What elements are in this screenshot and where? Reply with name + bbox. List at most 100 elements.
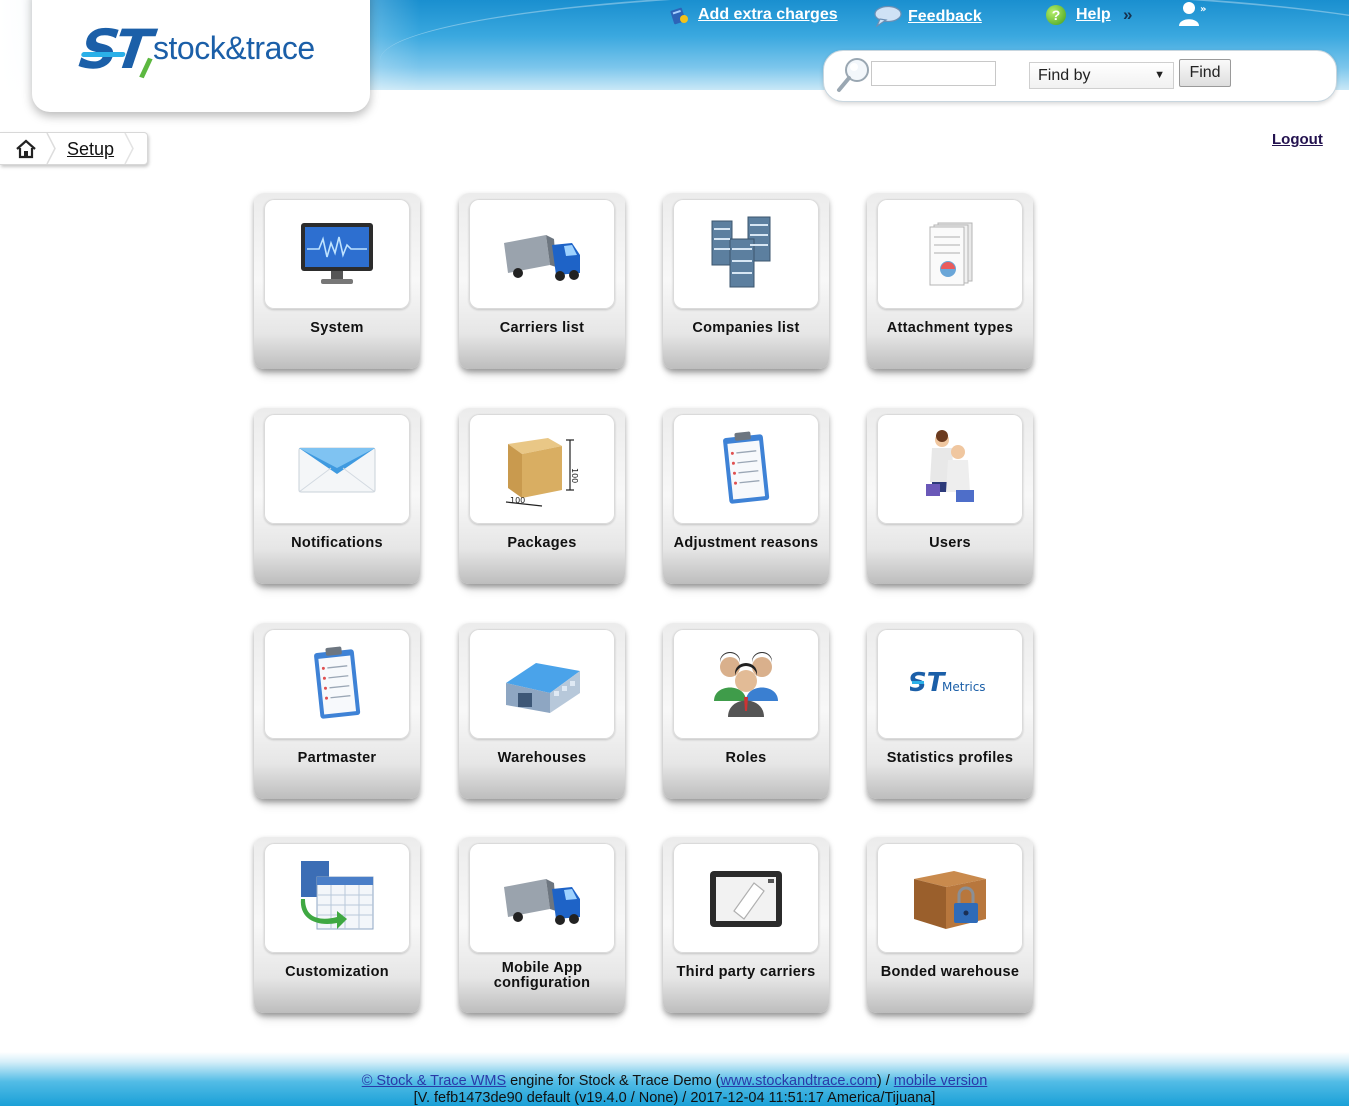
logo-text: stock&trace xyxy=(153,30,315,66)
tile-users[interactable]: Users xyxy=(867,408,1033,584)
feedback-link[interactable]: Feedback xyxy=(908,8,982,26)
package-height-label: 100 xyxy=(570,468,579,483)
stmetrics-word: Metrics xyxy=(942,680,986,694)
tile-roles[interactable]: Roles xyxy=(663,623,829,799)
tile-icon-frame xyxy=(264,629,410,739)
find-by-label: Find by xyxy=(1038,67,1091,84)
tile-label: Bonded warehouse xyxy=(880,964,1020,980)
breadcrumb-separator xyxy=(46,133,56,164)
speech-bubble-icon[interactable] xyxy=(873,5,903,27)
tile-label-line: Mobile App xyxy=(501,960,583,976)
find-button[interactable]: Find xyxy=(1179,59,1231,87)
help-more-arrow[interactable]: » xyxy=(1123,5,1132,25)
people-group-icon xyxy=(714,652,778,717)
tile-label: Third party carriers xyxy=(676,964,816,980)
add-extra-charges-link[interactable]: Add extra charges xyxy=(698,6,838,24)
tile-label: Warehouses xyxy=(497,750,587,766)
tile-icon-frame xyxy=(673,843,819,953)
tile-label: Statistics profiles xyxy=(886,750,1014,766)
box-dimensions-icon: 100 100 xyxy=(505,438,579,507)
tile-bonded-warehouse[interactable]: Bonded warehouse xyxy=(867,837,1033,1013)
tile-carriers-list[interactable]: Carriers list xyxy=(459,193,625,369)
tile-warehouses[interactable]: Warehouses xyxy=(459,623,625,799)
tile-label: Customization xyxy=(285,964,389,980)
tile-icon-frame xyxy=(673,199,819,309)
tile-label: Roles xyxy=(725,750,767,766)
tile-icon-frame xyxy=(673,414,819,524)
truck-icon xyxy=(504,235,580,281)
tile-icon-frame: ST Metrics xyxy=(877,629,1023,739)
tile-mobile-app-configuration[interactable]: Mobile App configuration xyxy=(459,837,625,1013)
tile-third-party-carriers[interactable]: Third party carriers xyxy=(663,837,829,1013)
logout-link[interactable]: Logout xyxy=(1272,131,1323,148)
tablet-icon xyxy=(710,871,782,927)
tile-notifications[interactable]: Notifications xyxy=(254,408,420,584)
tile-label: Carriers list xyxy=(499,320,585,336)
tile-system[interactable]: System xyxy=(254,193,420,369)
charges-icon[interactable] xyxy=(668,7,690,25)
tile-partmaster[interactable]: Partmaster xyxy=(254,623,420,799)
clipboard-icon xyxy=(314,646,361,719)
tile-icon-frame xyxy=(877,414,1023,524)
footer-engine-text: engine for Stock & Trace Demo ( xyxy=(506,1073,721,1089)
breadcrumb-setup-link[interactable]: Setup xyxy=(67,139,114,160)
logo-mark: ST xyxy=(76,18,153,81)
logo-dash xyxy=(80,52,126,57)
monitor-icon xyxy=(301,223,373,284)
tile-label: Attachment types xyxy=(886,320,1014,336)
tile-icon-frame xyxy=(264,843,410,953)
chevron-down-icon: ▼ xyxy=(1154,69,1165,81)
help-link[interactable]: Help xyxy=(1076,6,1111,24)
tile-attachment-types[interactable]: Attachment types xyxy=(867,193,1033,369)
tile-label: System xyxy=(310,320,364,336)
search-icon[interactable] xyxy=(836,56,872,94)
locked-box-icon xyxy=(914,871,986,929)
envelope-icon xyxy=(298,447,376,493)
tile-icon-frame xyxy=(877,843,1023,953)
stmetrics-logo-icon: ST Metrics xyxy=(910,668,986,698)
home-icon[interactable] xyxy=(14,139,38,159)
help-icon[interactable]: ? xyxy=(1046,5,1066,25)
logo-card[interactable]: ST stock&trace xyxy=(32,0,370,112)
servers-icon xyxy=(711,216,771,288)
tile-statistics-profiles[interactable]: ST Metrics Statistics profiles xyxy=(867,623,1033,799)
tile-icon-frame xyxy=(264,414,410,524)
warehouse-icon xyxy=(506,663,580,713)
search-input[interactable] xyxy=(871,61,996,86)
tile-label: Companies list xyxy=(692,320,800,336)
tile-icon-frame xyxy=(264,199,410,309)
tile-packages[interactable]: 100 100 Packages xyxy=(459,408,625,584)
mobile-version-link[interactable]: mobile version xyxy=(894,1073,988,1089)
package-width-label: 100 xyxy=(510,496,525,505)
tile-label: Users xyxy=(929,535,971,551)
tile-label: Partmaster xyxy=(297,750,377,766)
documents-stack-icon xyxy=(929,222,973,286)
tile-label: Packages xyxy=(507,535,577,551)
footer-version: [V. fefb1473de90 default (v19.4.0 / None… xyxy=(413,1090,936,1106)
tile-icon-frame xyxy=(673,629,819,739)
table-arrow-icon xyxy=(300,861,374,930)
tile-label: Adjustment reasons xyxy=(673,535,819,551)
copyright-link[interactable]: © Stock & Trace WMS xyxy=(362,1073,506,1089)
tile-companies-list[interactable]: Companies list xyxy=(663,193,829,369)
tile-icon-frame xyxy=(469,843,615,953)
tile-label: Mobile App configuration xyxy=(459,961,625,991)
tile-customization[interactable]: Customization xyxy=(254,837,420,1013)
tile-label: Notifications xyxy=(291,535,383,551)
breadcrumb-separator xyxy=(124,133,134,164)
svg-text:»: » xyxy=(1200,4,1206,15)
user-icon[interactable]: » xyxy=(1178,1,1212,27)
clipboard-icon xyxy=(723,431,770,504)
footer-credits: © Stock & Trace WMS engine for Stock & T… xyxy=(0,1073,1349,1089)
tile-icon-frame xyxy=(877,199,1023,309)
website-link[interactable]: www.stockandtrace.com xyxy=(721,1073,877,1089)
tile-adjustment-reasons[interactable]: Adjustment reasons xyxy=(663,408,829,584)
tile-icon-frame xyxy=(469,629,615,739)
find-by-select[interactable]: Find by ▼ xyxy=(1029,62,1174,89)
tile-label-line: configuration xyxy=(493,975,591,991)
truck-icon xyxy=(504,879,580,925)
tile-icon-frame: 100 100 xyxy=(469,414,615,524)
footer-separator: ) / xyxy=(876,1073,894,1089)
users-icon xyxy=(926,430,974,502)
tile-icon-frame xyxy=(469,199,615,309)
